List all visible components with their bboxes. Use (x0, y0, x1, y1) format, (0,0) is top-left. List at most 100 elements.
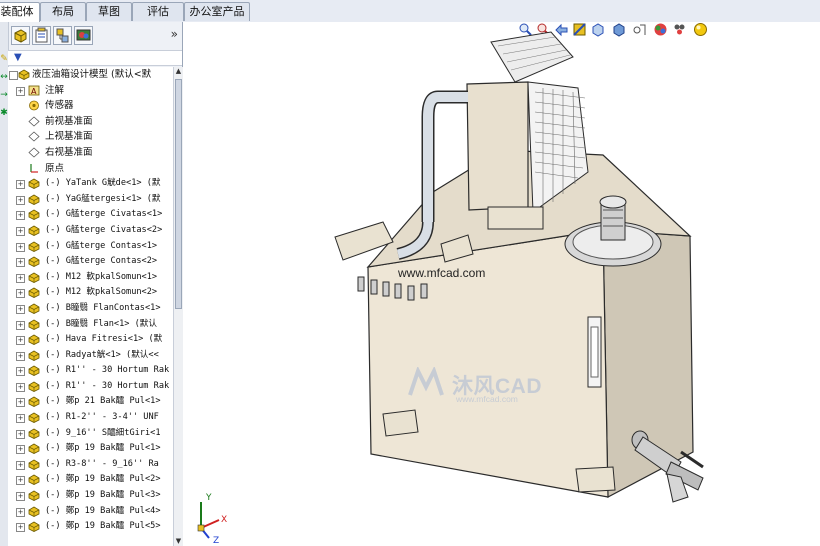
expand-toggle-icon[interactable]: + (16, 86, 25, 96)
tree-item[interactable]: + (-) Hava Fitresi<1> (默 (8, 332, 173, 348)
tree-item[interactable]: + (-) B瞳翳 FlanContas<1> (8, 301, 173, 317)
expand-toggle-icon[interactable]: + (16, 382, 25, 392)
expand-toggle-icon[interactable] (9, 71, 18, 80)
expand-toggle-icon[interactable]: + (16, 304, 25, 314)
filter-icon[interactable]: ▼ (14, 52, 22, 63)
scroll-thumb[interactable] (175, 79, 182, 309)
expand-toggle-icon[interactable]: + (16, 320, 25, 330)
tree-item[interactable]: +原点 (8, 161, 173, 177)
part-icon (28, 459, 40, 470)
part-icon (28, 521, 40, 533)
tree-scrollbar[interactable]: ▲ ▼ (173, 67, 183, 546)
expand-toggle-icon[interactable]: + (16, 398, 25, 408)
tab-evaluate[interactable]: 评估 (132, 2, 184, 21)
part-icon (28, 412, 40, 424)
tree-item[interactable]: + (-) R3-8'' - 9_16'' Ra (8, 457, 173, 473)
expand-toggle-icon[interactable]: + (16, 195, 25, 205)
tree-item-label: 上视基准面 (45, 131, 93, 143)
expand-toggle-icon[interactable]: + (16, 460, 25, 470)
graphics-area[interactable]: 沐风CAD www.mfcad.com www.mfcad.com Y X Z (183, 22, 820, 546)
tree-item-label: (-) G艋terge Contas<1> (45, 240, 158, 251)
expand-toggle-icon[interactable]: + (16, 492, 25, 502)
tree-item[interactable]: + (-) 鄭p 19 Bak醽 Pul<3> (8, 488, 173, 504)
expand-toggle-icon[interactable]: + (16, 211, 25, 221)
feature-manager-tab-icon[interactable] (11, 26, 30, 45)
tree-root-item[interactable]: 液压油箱设计模型 (默认<默 (8, 67, 173, 83)
tab-sketch[interactable]: 草图 (86, 2, 132, 21)
expand-toggle-icon[interactable]: + (16, 226, 25, 236)
tree-item[interactable]: + (-) G艋terge Civatas<2> (8, 223, 173, 239)
tree-item[interactable]: + (-) 9_16'' S醽細tGiri<1 (8, 426, 173, 442)
configuration-manager-tab-icon[interactable] (53, 26, 72, 45)
tree-item-label: (-) G艋terge Civatas<2> (45, 224, 163, 235)
tab-office-products[interactable]: 办公室产品 (184, 2, 250, 21)
expand-toggle-icon[interactable]: + (16, 289, 25, 299)
tree-item[interactable]: + (-) M12 軟pkalSomun<1> (8, 270, 173, 286)
expand-toggle-icon[interactable]: + (16, 367, 25, 377)
tree-item[interactable]: + (-) G艋terge Civatas<1> (8, 207, 173, 223)
expand-toggle-icon[interactable]: + (16, 523, 25, 533)
hydraulic-tank-model[interactable] (183, 22, 820, 546)
expand-toggle-icon[interactable]: + (16, 273, 25, 283)
tree-item-label: (-) 鄭p 19 Bak醽 Pul<3> (45, 490, 161, 501)
property-manager-tab-icon[interactable] (32, 26, 51, 45)
tree-item-label: (-) 鄭p 19 Bak醽 Pul<1> (45, 443, 161, 454)
tool-icon-3[interactable]: → (0, 90, 8, 100)
reference-triad-icon: Y X Z (197, 493, 227, 544)
scroll-down-icon[interactable]: ▼ (174, 537, 183, 546)
tool-icon-1[interactable]: ✎ (0, 54, 8, 64)
tree-item[interactable]: + (-) 鄭p 19 Bak醽 Pul<5> (8, 519, 173, 535)
tree-item[interactable]: +上视基准面 (8, 129, 173, 145)
filter-bar[interactable]: ▼ (8, 50, 182, 66)
expand-toggle-icon[interactable]: + (16, 351, 25, 361)
watermark-url: www.mfcad.com (456, 394, 518, 404)
tree-item-label: (-) Hava Fitresi<1> (默 (45, 334, 163, 345)
tree-item[interactable]: + (-) 鄭p 19 Bak醽 Pul<2> (8, 472, 173, 488)
expand-toggle-icon[interactable]: + (16, 242, 25, 252)
tool-icon-4[interactable]: ✱ (0, 108, 8, 118)
part-icon (28, 365, 40, 377)
expand-toggle-icon[interactable]: + (16, 445, 25, 455)
tree-item[interactable]: + A 注解 (8, 83, 173, 99)
tree-item[interactable]: + (-) M12 軟pkalSomun<2> (8, 285, 173, 301)
tree-item[interactable]: + (-) YaTank G觥de<1> (默 (8, 176, 173, 192)
tree-item[interactable]: + (-) 鄭p 21 Bak醽 Pul<1> (8, 394, 173, 410)
tree-item[interactable]: +右视基准面 (8, 145, 173, 161)
tree-item[interactable]: + (-) G艋terge Contas<1> (8, 239, 173, 255)
expand-panel-button[interactable]: » (171, 27, 178, 41)
part-icon (28, 194, 40, 205)
triad-z-label: Z (213, 536, 219, 544)
tab-assembly[interactable]: 装配体 (0, 2, 40, 23)
part-icon (28, 319, 40, 330)
expand-toggle-icon[interactable]: + (16, 476, 25, 486)
part-icon (28, 506, 40, 517)
expand-toggle-icon[interactable]: + (16, 414, 25, 424)
tree-item[interactable]: + (-) B瞳翳 Flan<1> (默认 (8, 317, 173, 333)
tree-item[interactable]: + (-) Radyat觥<1> (默认<< (8, 348, 173, 364)
expand-toggle-icon[interactable]: + (16, 258, 25, 268)
scroll-up-icon[interactable]: ▲ (174, 67, 183, 76)
tree-item[interactable]: + (-) 鄭p 19 Bak醽 Pul<1> (8, 441, 173, 457)
tree-item-label: (-) 鄭p 19 Bak醽 Pul<5> (45, 521, 161, 532)
display-manager-tab-icon[interactable] (74, 26, 93, 45)
tab-layout[interactable]: 布局 (40, 2, 86, 21)
expand-toggle-icon[interactable]: + (16, 180, 25, 190)
tree-item[interactable]: + (-) R1'' - 30 Hortum Rak (8, 363, 173, 379)
tree-item[interactable]: +前视基准面 (8, 114, 173, 130)
tree-item-label: (-) YaTank G觥de<1> (默 (45, 178, 161, 189)
tree-item[interactable]: + (-) R1-2'' - 3-4'' UNF (8, 410, 173, 426)
tree-item[interactable]: + (-) 鄭p 19 Bak醽 Pul<4> (8, 504, 173, 520)
part-icon (28, 474, 40, 486)
tree-item[interactable]: + (-) G艋terge Contas<2> (8, 254, 173, 270)
expand-toggle-icon[interactable]: + (16, 336, 25, 346)
tree-item-label: (-) R1-2'' - 3-4'' UNF (45, 412, 159, 423)
plane-icon (28, 147, 40, 158)
tree-item-label: (-) M12 軟pkalSomun<2> (45, 287, 158, 298)
tree-item[interactable]: + (-) R1'' - 30 Hortum Rak (8, 379, 173, 395)
part-icon (28, 397, 40, 408)
expand-toggle-icon[interactable]: + (16, 507, 25, 517)
expand-toggle-icon[interactable]: + (16, 429, 25, 439)
tool-icon-2[interactable]: ↔ (0, 72, 8, 82)
tree-item[interactable]: +传感器 (8, 98, 173, 114)
tree-item[interactable]: + (-) YaG艋tergesi<1> (默 (8, 192, 173, 208)
